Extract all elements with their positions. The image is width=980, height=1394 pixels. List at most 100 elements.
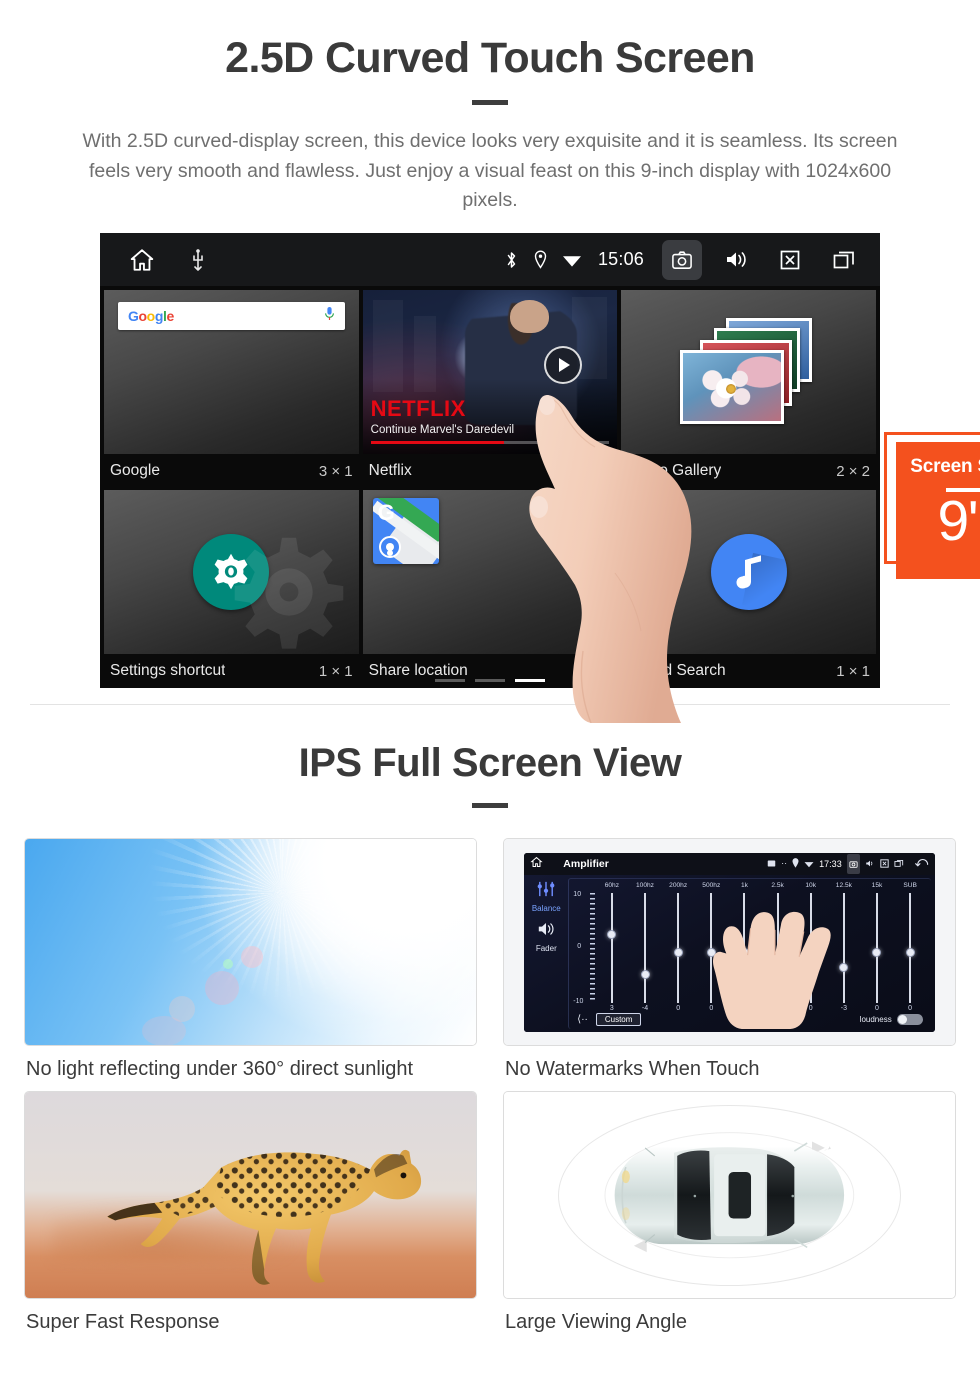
widget-settings-shortcut[interactable]: Settings shortcut 1 × 1 bbox=[104, 490, 359, 689]
widget-label: Settings shortcut bbox=[110, 662, 226, 680]
card-caption: Super Fast Response bbox=[26, 1311, 220, 1334]
close-icon[interactable] bbox=[880, 855, 889, 873]
recents-icon[interactable] bbox=[824, 240, 864, 280]
mic-icon[interactable] bbox=[324, 306, 335, 326]
page-dot[interactable] bbox=[475, 679, 505, 683]
netflix-logo: NETFLIX bbox=[370, 396, 466, 422]
widget-label: Share location bbox=[368, 662, 468, 680]
feature-card: Large Viewing Angle bbox=[503, 1091, 956, 1334]
gallery-icon[interactable] bbox=[767, 855, 776, 873]
sunny-sky-photo bbox=[24, 838, 477, 1047]
feature-card: No light reflecting under 360° direct su… bbox=[24, 838, 477, 1081]
sidebar-item-balance[interactable]: Balance bbox=[532, 904, 561, 913]
card-caption: Large Viewing Angle bbox=[505, 1311, 687, 1334]
recents-icon[interactable] bbox=[894, 855, 904, 873]
section-title-ips: IPS Full Screen View bbox=[298, 741, 682, 786]
preset-button[interactable]: Custom bbox=[595, 1013, 642, 1027]
band-label: 15k bbox=[871, 881, 883, 889]
music-note-icon[interactable] bbox=[710, 534, 787, 611]
play-button-icon[interactable] bbox=[543, 345, 582, 384]
amplifier-screen: Amplifier ·· 17:33 Balance Fader 60hz 10… bbox=[524, 852, 935, 1032]
google-maps-icon[interactable]: G bbox=[372, 498, 439, 565]
page-dot[interactable] bbox=[435, 679, 465, 683]
scale-min: -10 bbox=[573, 997, 584, 1005]
amplifier-clock: 17:33 bbox=[819, 858, 842, 869]
band-slider[interactable] bbox=[628, 892, 661, 1003]
volume-icon[interactable] bbox=[716, 240, 756, 280]
band-slider[interactable] bbox=[860, 892, 893, 1003]
bluetooth-icon bbox=[504, 250, 519, 270]
back-arrow-icon[interactable] bbox=[914, 855, 929, 873]
widget-size: 1 × 1 bbox=[836, 662, 870, 680]
equalizer-sliders-icon[interactable] bbox=[536, 881, 556, 902]
screen-size-label: Screen Size bbox=[910, 456, 980, 478]
speaker-icon[interactable] bbox=[536, 921, 556, 942]
page-dot-active[interactable] bbox=[515, 679, 545, 683]
sound-search-widget[interactable] bbox=[621, 490, 876, 655]
widget-size: 3 × 1 bbox=[318, 462, 353, 480]
band-slider[interactable] bbox=[595, 892, 628, 1003]
home-icon[interactable] bbox=[530, 855, 543, 873]
volume-icon[interactable] bbox=[865, 855, 875, 873]
title-underline bbox=[472, 100, 508, 106]
usb-icon[interactable] bbox=[190, 248, 206, 272]
screen-size-badge: Screen Size 9" bbox=[896, 442, 980, 580]
curved-screen-section: 2.5D Curved Touch Screen With 2.5D curve… bbox=[0, 0, 980, 724]
amplifier-status-icons: ·· 17:33 bbox=[767, 853, 929, 874]
device-screenshot-wrap: 15:06 Google Google 3 × 1 NETFLIX Contin… bbox=[100, 233, 980, 724]
rotation-ellipse bbox=[558, 1104, 901, 1286]
widget-netflix[interactable]: NETFLIX Continue Marvel's Daredevil Netf… bbox=[362, 290, 618, 489]
google-logo: Google bbox=[128, 308, 174, 325]
widget-photo-gallery[interactable]: Photo Gallery 2 × 2 bbox=[621, 290, 876, 489]
photo-gallery-widget[interactable] bbox=[621, 290, 876, 455]
touching-hand-illustration bbox=[699, 903, 851, 1029]
widget-share-location[interactable]: G Share location 1 × 1 bbox=[362, 490, 618, 689]
widget-size: 1 × 1 bbox=[318, 662, 353, 680]
loudness-toggle[interactable] bbox=[896, 1014, 923, 1026]
search-input[interactable]: Google bbox=[118, 302, 345, 331]
widget-meta: Google 3 × 1 bbox=[104, 454, 359, 489]
widget-google[interactable]: Google Google 3 × 1 bbox=[104, 290, 359, 489]
camera-icon[interactable] bbox=[662, 239, 702, 280]
band-slider[interactable] bbox=[894, 892, 927, 1003]
band-label: 1k bbox=[740, 881, 748, 889]
sidebar-item-fader[interactable]: Fader bbox=[536, 944, 557, 953]
band-label: 100hz bbox=[636, 881, 654, 889]
section-divider bbox=[30, 704, 950, 706]
car-top-view-illustration bbox=[503, 1091, 956, 1300]
status-bar: 15:06 bbox=[100, 233, 880, 287]
google-search-widget[interactable]: Google bbox=[104, 290, 359, 455]
band-label: 2.5k bbox=[771, 881, 784, 889]
close-icon[interactable] bbox=[770, 240, 810, 280]
band-labels: 60hz 100hz 200hz 500hz 1k 2.5k 10k 12.5k bbox=[595, 882, 926, 889]
feature-card: Amplifier ·· 17:33 Balance Fader 60hz 10… bbox=[503, 838, 956, 1081]
widget-meta: Settings shortcut 1 × 1 bbox=[104, 654, 359, 689]
photo-stack bbox=[674, 318, 824, 426]
wifi-icon bbox=[804, 855, 814, 873]
feature-card: Super Fast Response bbox=[24, 1091, 477, 1334]
amplifier-equalizer-screenshot: Amplifier ·· 17:33 Balance Fader 60hz 10… bbox=[503, 838, 956, 1047]
feature-card-grid: No light reflecting under 360° direct su… bbox=[24, 838, 956, 1334]
widget-label: Photo Gallery bbox=[627, 462, 722, 480]
share-location-widget[interactable]: G bbox=[362, 490, 618, 655]
settings-shortcut-widget[interactable] bbox=[104, 490, 359, 655]
map-person-pin-icon bbox=[378, 536, 401, 559]
widget-label: Sound Search bbox=[627, 662, 726, 680]
loudness-label: loudness bbox=[859, 1015, 892, 1025]
band-slider[interactable] bbox=[662, 892, 695, 1003]
card-caption: No Watermarks When Touch bbox=[505, 1058, 760, 1081]
band-label: SUB bbox=[903, 881, 917, 889]
camera-icon[interactable] bbox=[846, 853, 860, 874]
home-icon[interactable] bbox=[128, 247, 156, 273]
netflix-widget[interactable]: NETFLIX Continue Marvel's Daredevil bbox=[362, 290, 618, 455]
loudness-control[interactable]: loudness bbox=[859, 1014, 923, 1026]
previous-preset-icon[interactable]: ⟨·· bbox=[577, 1014, 588, 1025]
status-bar-clock: 15:06 bbox=[597, 249, 644, 270]
widget-sound-search[interactable]: Sound Search 1 × 1 bbox=[621, 490, 876, 689]
page-indicator[interactable] bbox=[100, 679, 880, 683]
amplifier-status-bar: Amplifier ·· 17:33 bbox=[524, 852, 935, 875]
widget-meta: Sound Search 1 × 1 bbox=[621, 654, 876, 689]
product-feature-page: 2.5D Curved Touch Screen With 2.5D curve… bbox=[0, 0, 980, 1394]
widget-meta: Share location 1 × 1 bbox=[362, 654, 618, 689]
card-caption: No light reflecting under 360° direct su… bbox=[26, 1058, 414, 1081]
